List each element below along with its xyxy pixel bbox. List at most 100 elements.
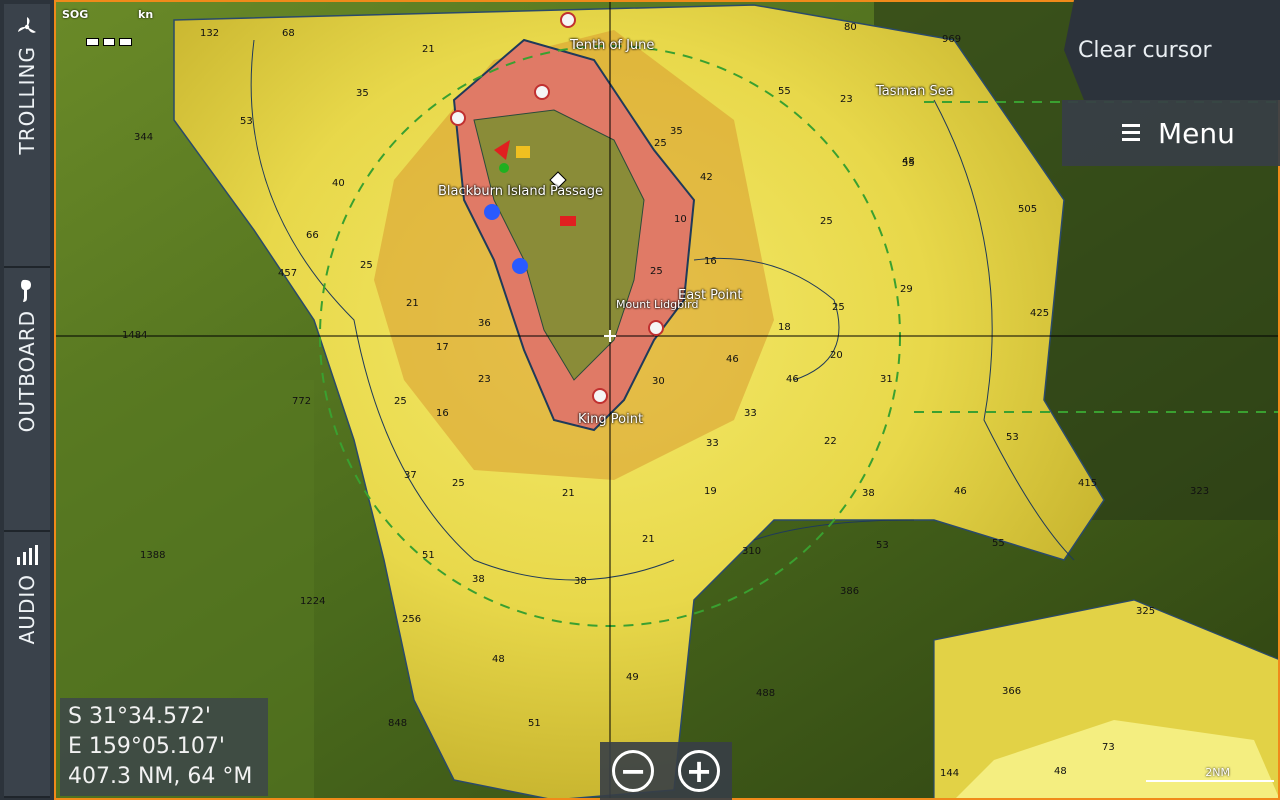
depth-sounding: 46 xyxy=(726,354,739,365)
depth-sounding: 25 xyxy=(820,216,833,227)
depth-sounding: 25 xyxy=(394,396,407,407)
depth-sounding: 17 xyxy=(436,342,449,353)
depth-sounding: 25 xyxy=(654,138,667,149)
depth-sounding: 505 xyxy=(1018,204,1038,215)
depth-sounding: 53 xyxy=(876,540,889,551)
depth-sounding: 51 xyxy=(422,550,435,561)
depth-sounding: 25 xyxy=(832,302,845,313)
depth-sounding: 80 xyxy=(844,22,857,33)
depth-sounding: 132 xyxy=(200,28,220,39)
depth-sounding: 21 xyxy=(406,298,419,309)
depth-sounding: 51 xyxy=(528,718,541,729)
mode-sidebar: TROLLING OUTBOARD AUDIO xyxy=(0,0,54,800)
depth-sounding: 55 xyxy=(778,86,791,97)
depth-sounding: 55 xyxy=(992,538,1005,549)
depth-sounding: 18 xyxy=(778,322,791,333)
depth-sounding: 36 xyxy=(478,318,491,329)
depth-sounding: 68 xyxy=(282,28,295,39)
depth-sounding: 310 xyxy=(742,546,762,557)
cursor-position-readout: S 31°34.572' E 159°05.107' 407.3 NM, 64 … xyxy=(60,698,268,796)
depth-sounding: 46 xyxy=(786,374,799,385)
depth-sounding: 35 xyxy=(670,126,683,137)
depth-sounding: 425 xyxy=(1030,308,1050,319)
tab-trolling-label: TROLLING xyxy=(15,46,39,155)
depth-sounding: 772 xyxy=(292,396,312,407)
depth-sounding: 21 xyxy=(562,488,575,499)
depth-sounding: 25 xyxy=(360,260,373,271)
place-tasman-sea: Tasman Sea xyxy=(876,84,954,99)
scale-bar: 2NM xyxy=(1146,766,1274,786)
depth-sounding: 1388 xyxy=(140,550,166,561)
depth-sounding: 48 xyxy=(902,156,915,167)
depth-sounding: 38 xyxy=(862,488,875,499)
cursor-longitude: E 159°05.107' xyxy=(68,734,225,759)
depth-sounding: 66 xyxy=(306,230,319,241)
depth-sounding: 488 xyxy=(756,688,776,699)
depth-sounding: 23 xyxy=(478,374,491,385)
tab-trolling[interactable]: TROLLING xyxy=(4,4,50,268)
sog-unit: kn xyxy=(138,8,154,21)
depth-sounding: 31 xyxy=(880,374,893,385)
depth-sounding: 386 xyxy=(840,586,860,597)
scale-bar-label: 2NM xyxy=(1205,766,1230,779)
propeller-icon xyxy=(14,14,40,40)
menu-label: Menu xyxy=(1158,116,1235,150)
scale-bar-line xyxy=(1146,780,1274,782)
depth-sounding: 457 xyxy=(278,268,298,279)
depth-sounding: 25 xyxy=(650,266,663,277)
depth-sounding: 25 xyxy=(452,478,465,489)
depth-sounding: 366 xyxy=(1002,686,1022,697)
depth-sounding: 22 xyxy=(824,436,837,447)
menu-button[interactable]: Menu xyxy=(1062,100,1280,166)
depth-sounding: 46 xyxy=(954,486,967,497)
depth-sounding: 49 xyxy=(626,672,639,683)
depth-sounding: 29 xyxy=(900,284,913,295)
depth-sounding: 30 xyxy=(652,376,665,387)
depth-sounding: 33 xyxy=(706,438,719,449)
place-blackburn-island-passage: Blackburn Island Passage xyxy=(438,184,603,199)
place-mount-lidgbird: Mount Lidgbird xyxy=(616,298,699,311)
depth-sounding: 16 xyxy=(704,256,717,267)
clear-cursor-button[interactable]: Clear cursor xyxy=(1064,0,1280,100)
depth-sounding: 48 xyxy=(492,654,505,665)
zoom-in-button[interactable]: + xyxy=(678,750,720,792)
hamburger-icon xyxy=(1122,124,1140,141)
tab-outboard[interactable]: OUTBOARD xyxy=(4,268,50,532)
depth-sounding: 10 xyxy=(674,214,687,225)
tab-audio-label: AUDIO xyxy=(15,574,39,645)
sog-label: SOG xyxy=(62,8,89,21)
place-tenth-of-june: Tenth of June xyxy=(570,38,655,53)
depth-sounding: 21 xyxy=(422,44,435,55)
depth-sounding: 1484 xyxy=(122,330,148,341)
zoom-out-button[interactable]: − xyxy=(612,750,654,792)
depth-sounding: 53 xyxy=(240,116,253,127)
depth-sounding: 21 xyxy=(642,534,655,545)
depth-sounding: 144 xyxy=(940,768,960,779)
depth-sounding: 20 xyxy=(830,350,843,361)
depth-sounding: 23 xyxy=(840,94,853,105)
depth-sounding: 415 xyxy=(1078,478,1098,489)
sog-value-dashes xyxy=(86,38,133,46)
tab-audio[interactable]: AUDIO xyxy=(4,532,50,798)
depth-sounding: 38 xyxy=(574,576,587,587)
outboard-motor-icon xyxy=(14,278,40,304)
depth-sounding: 969 xyxy=(942,34,962,45)
depth-sounding: 1224 xyxy=(300,596,326,607)
audio-bars-icon xyxy=(14,542,40,568)
depth-sounding: 33 xyxy=(744,408,757,419)
tab-outboard-label: OUTBOARD xyxy=(15,310,39,433)
cursor-latitude: S 31°34.572' xyxy=(68,704,211,729)
place-king-point: King Point xyxy=(578,412,644,427)
depth-sounding: 37 xyxy=(404,470,417,481)
depth-sounding: 16 xyxy=(436,408,449,419)
depth-sounding: 40 xyxy=(332,178,345,189)
depth-sounding: 53 xyxy=(1006,432,1019,443)
depth-sounding: 42 xyxy=(700,172,713,183)
depth-sounding: 35 xyxy=(356,88,369,99)
depth-sounding: 38 xyxy=(472,574,485,585)
depth-sounding: 73 xyxy=(1102,742,1115,753)
depth-sounding: 19 xyxy=(704,486,717,497)
cursor-range-bearing: 407.3 NM, 64 °M xyxy=(68,764,253,789)
depth-sounding: 848 xyxy=(388,718,408,729)
depth-sounding: 48 xyxy=(1054,766,1067,777)
